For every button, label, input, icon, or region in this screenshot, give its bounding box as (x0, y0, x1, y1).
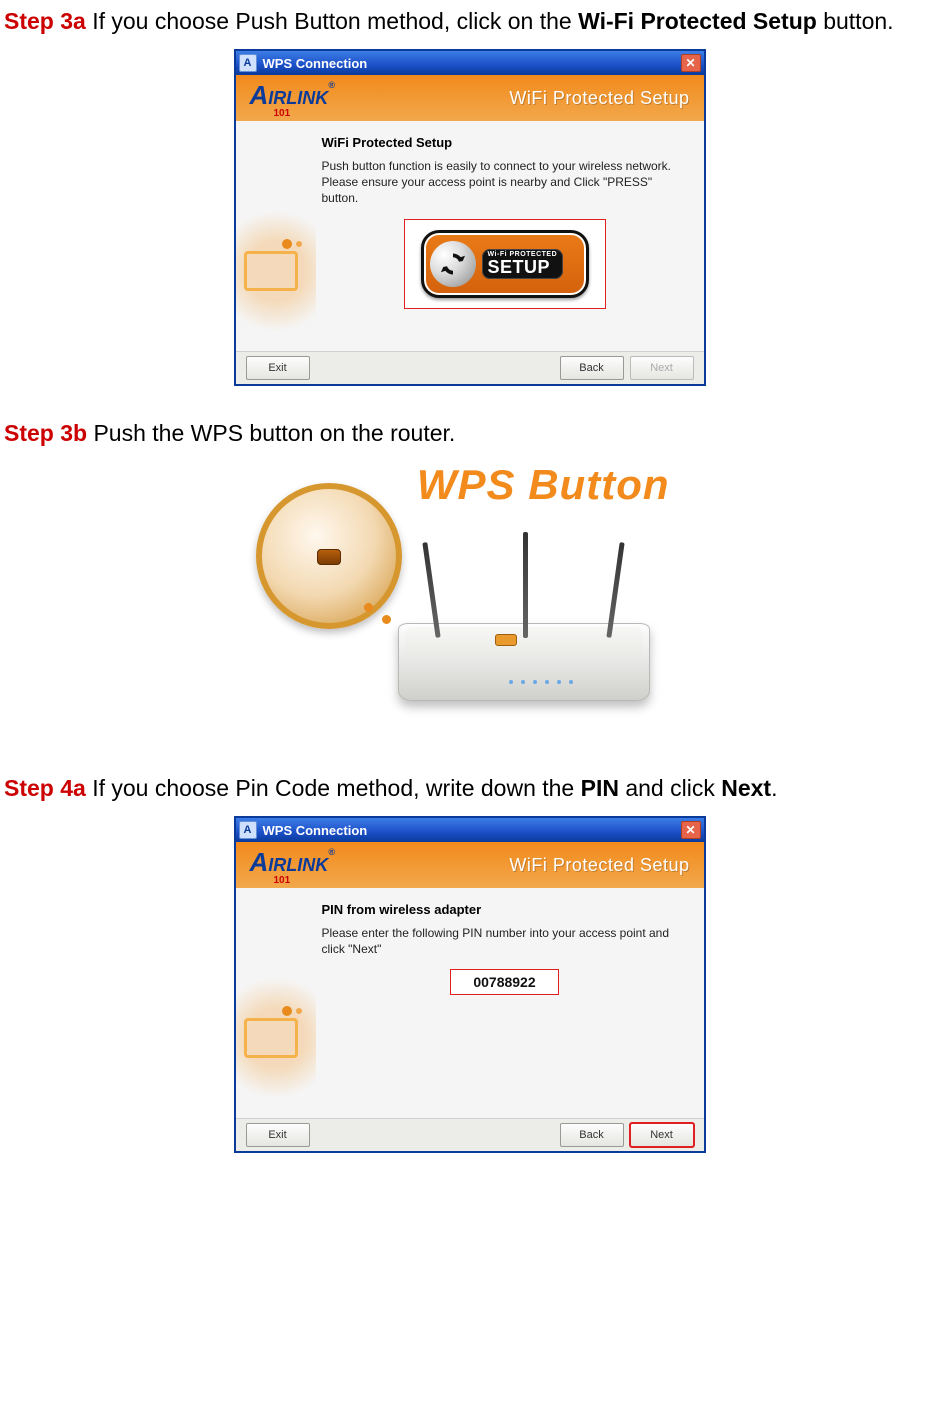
next-button[interactable]: Next (630, 1123, 694, 1147)
step-3b-label: Step 3b (4, 420, 87, 446)
wps-connection-window: A WPS Connection ✕ AAirLinkIRLINK® 101 W… (234, 49, 706, 386)
step-4a-bold2: Next (721, 775, 771, 801)
step-3a-text-before: If you choose Push Button method, click … (86, 8, 578, 34)
wifi-protected-setup-button[interactable]: Wi-Fi PROTECTED SETUP (421, 230, 589, 298)
close-icon[interactable]: ✕ (681, 54, 701, 72)
step-3b-heading: Step 3b Push the WPS button on the route… (4, 420, 931, 447)
titlebar: A WPS Connection ✕ (236, 51, 704, 75)
exit-button[interactable]: Exit (246, 356, 310, 380)
step-3a-label: Step 3a (4, 8, 86, 34)
wps-arrows-icon (430, 241, 476, 287)
side-decoration (236, 888, 316, 1118)
step-4a-mid: and click (619, 775, 721, 801)
router-icon (398, 623, 650, 701)
window-title: WPS Connection (263, 823, 368, 838)
header-setup-text: WiFi Protected Setup (509, 88, 689, 109)
side-decoration (236, 121, 316, 351)
dialog-a-heading: WiFi Protected Setup (322, 135, 688, 150)
next-button: Next (630, 356, 694, 380)
wps-dialog-push-figure: A WPS Connection ✕ AAirLinkIRLINK® 101 W… (4, 49, 931, 386)
button-row: Exit Back Next (236, 1118, 704, 1151)
dialog-b-desc: Please enter the following PIN number in… (322, 925, 688, 957)
wps-button-outline: Wi-Fi PROTECTED SETUP (404, 219, 606, 309)
pin-value: 00788922 (450, 969, 558, 995)
step-3a-heading: Step 3a If you choose Push Button method… (4, 8, 931, 35)
step-4a-bold1: PIN (581, 775, 619, 801)
router-figure: WPS Button (4, 461, 931, 741)
step-3a-bold: Wi-Fi Protected Setup (578, 8, 817, 34)
dialog-a-desc: Push button function is easily to connec… (322, 158, 688, 207)
step-4a-text-before: If you choose Pin Code method, write dow… (86, 775, 581, 801)
header-band: AAirLinkIRLINK® 101 WiFi Protected Setup (236, 75, 704, 121)
dialog-b-heading: PIN from wireless adapter (322, 902, 688, 917)
step-3a-text-after: button. (817, 8, 894, 34)
wps-connection-window-pin: A WPS Connection ✕ AIRLINK® 101 WiFi Pro… (234, 816, 706, 1153)
window-title: WPS Connection (263, 56, 368, 71)
header-band: AIRLINK® 101 WiFi Protected Setup (236, 842, 704, 888)
wps-dialog-pin-figure: A WPS Connection ✕ AIRLINK® 101 WiFi Pro… (4, 816, 931, 1153)
wps-physical-button-icon (317, 549, 341, 565)
step-3b-text: Push the WPS button on the router. (87, 420, 455, 446)
step-4a-text-after: . (771, 775, 777, 801)
step-4a-label: Step 4a (4, 775, 86, 801)
app-icon: A (239, 821, 257, 839)
exit-button[interactable]: Exit (246, 1123, 310, 1147)
close-icon[interactable]: ✕ (681, 821, 701, 839)
button-row: Exit Back Next (236, 351, 704, 384)
brand-logo: AAirLinkIRLINK® 101 (250, 80, 335, 117)
back-button[interactable]: Back (560, 356, 624, 380)
wps-button-text: Wi-Fi PROTECTED SETUP (482, 249, 564, 279)
back-button[interactable]: Back (560, 1123, 624, 1147)
brand-logo: AIRLINK® 101 (250, 847, 335, 884)
step-4a-heading: Step 4a If you choose Pin Code method, w… (4, 775, 931, 802)
app-icon: A (239, 54, 257, 72)
wps-button-label: WPS Button (417, 461, 670, 509)
titlebar: A WPS Connection ✕ (236, 818, 704, 842)
header-setup-text: WiFi Protected Setup (509, 855, 689, 876)
